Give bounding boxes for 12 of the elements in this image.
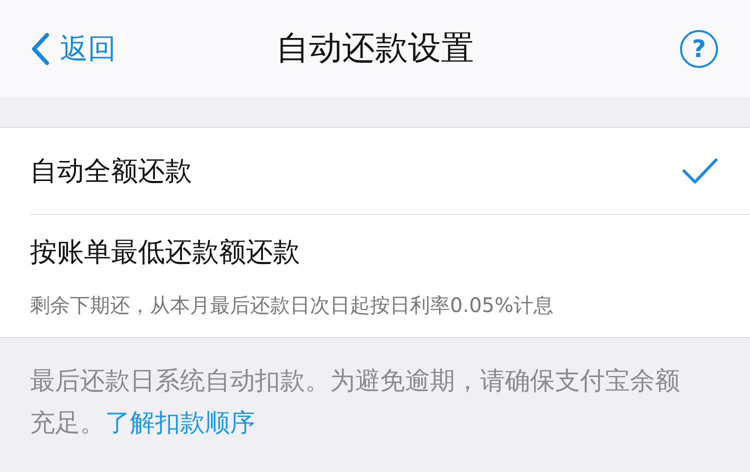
back-chevron-icon xyxy=(30,32,50,66)
option-label: 自动全额还款 xyxy=(30,155,192,189)
page-title: 自动还款设置 xyxy=(276,27,474,69)
footer-note: 最后还款日系统自动扣款。为避免逾期，请确保支付宝余额充足。了解扣款顺序 xyxy=(29,365,681,439)
option-row[interactable]: 自动全额还款 xyxy=(30,128,750,215)
option-label: 按账单最低还款额还款 xyxy=(30,236,301,270)
checkmark-icon xyxy=(682,158,718,184)
back-button[interactable]: 返回 xyxy=(30,30,116,68)
option-row[interactable]: 按账单最低还款额还款 剩余下期还，从本月最后还款日次日起按日利率0.05%计息 xyxy=(30,215,750,337)
option-description: 剩余下期还，从本月最后还款日次日起按日利率0.05%计息 xyxy=(30,292,554,318)
deduction-order-link[interactable]: 了解扣款顺序 xyxy=(105,408,255,437)
help-button[interactable]: ? xyxy=(680,30,718,68)
